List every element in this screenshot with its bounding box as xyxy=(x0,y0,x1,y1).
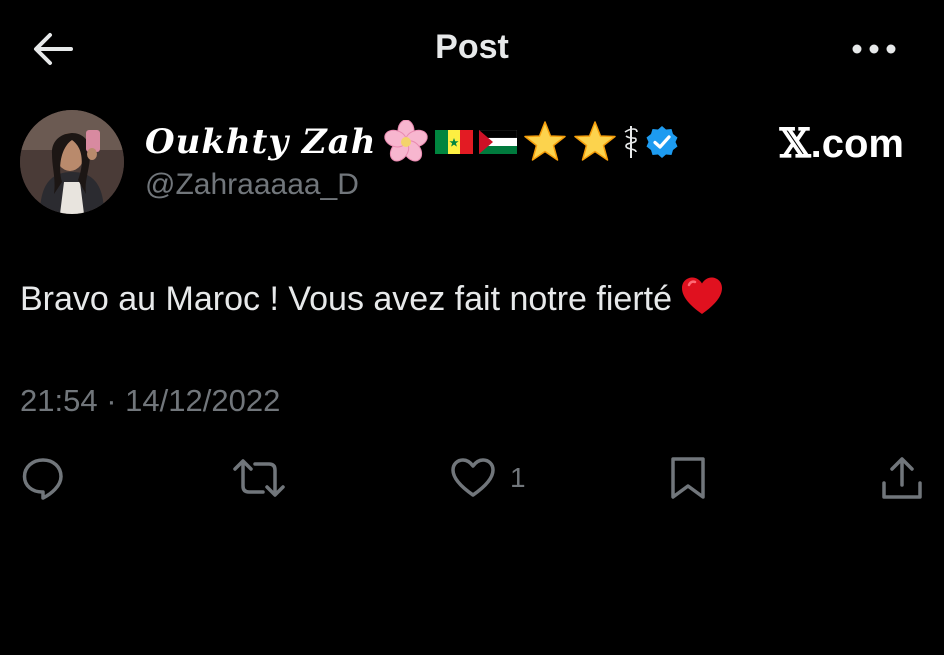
top-bar: Post xyxy=(0,0,944,95)
avatar[interactable] xyxy=(20,110,124,214)
reply-button[interactable] xyxy=(20,450,66,506)
reply-icon xyxy=(22,458,63,500)
cherry-blossom-icon xyxy=(384,120,428,162)
share-icon xyxy=(882,457,922,499)
name-badges xyxy=(383,120,679,164)
like-count: 1 xyxy=(510,462,526,493)
more-options-button[interactable] xyxy=(844,26,904,72)
display-name[interactable]: Oukhty Zah xyxy=(145,122,376,162)
tweet-body: Bravo au Maroc ! Vous avez fait notre fi… xyxy=(20,280,672,318)
star-icon xyxy=(574,121,616,161)
watermark-text: .com xyxy=(810,122,904,166)
red-heart-emoji-icon xyxy=(680,276,724,325)
x-com-watermark: 𝕏.com xyxy=(780,120,904,167)
star-icon xyxy=(524,121,566,161)
bookmark-icon xyxy=(671,457,705,499)
avatar-image xyxy=(20,110,124,214)
more-horizontal-icon xyxy=(852,44,896,54)
like-button[interactable]: 1 xyxy=(450,450,526,506)
page-title: Post xyxy=(435,28,509,66)
heart-icon xyxy=(451,458,495,497)
palestine-flag-icon xyxy=(479,130,517,154)
share-button[interactable] xyxy=(880,450,924,506)
repost-icon xyxy=(233,459,285,497)
user-handle[interactable]: @Zahraaaaa_D xyxy=(145,168,359,202)
tweet-time[interactable]: 21:54 xyxy=(20,383,98,418)
tweet-meta: 21:54 · 14/12/2022 xyxy=(20,383,280,419)
verified-badge-icon xyxy=(646,126,678,158)
tweet-text: Bravo au Maroc ! Vous avez fait notre fi… xyxy=(20,276,724,325)
meta-separator: · xyxy=(106,383,117,418)
bookmark-button[interactable] xyxy=(668,450,708,506)
repost-button[interactable] xyxy=(232,450,286,506)
senegal-flag-icon xyxy=(435,130,473,154)
x-logo: 𝕏 xyxy=(779,120,811,167)
tweet-date[interactable]: 14/12/2022 xyxy=(125,383,280,418)
caduceus-icon xyxy=(624,126,638,158)
action-bar: 1 xyxy=(0,450,944,506)
